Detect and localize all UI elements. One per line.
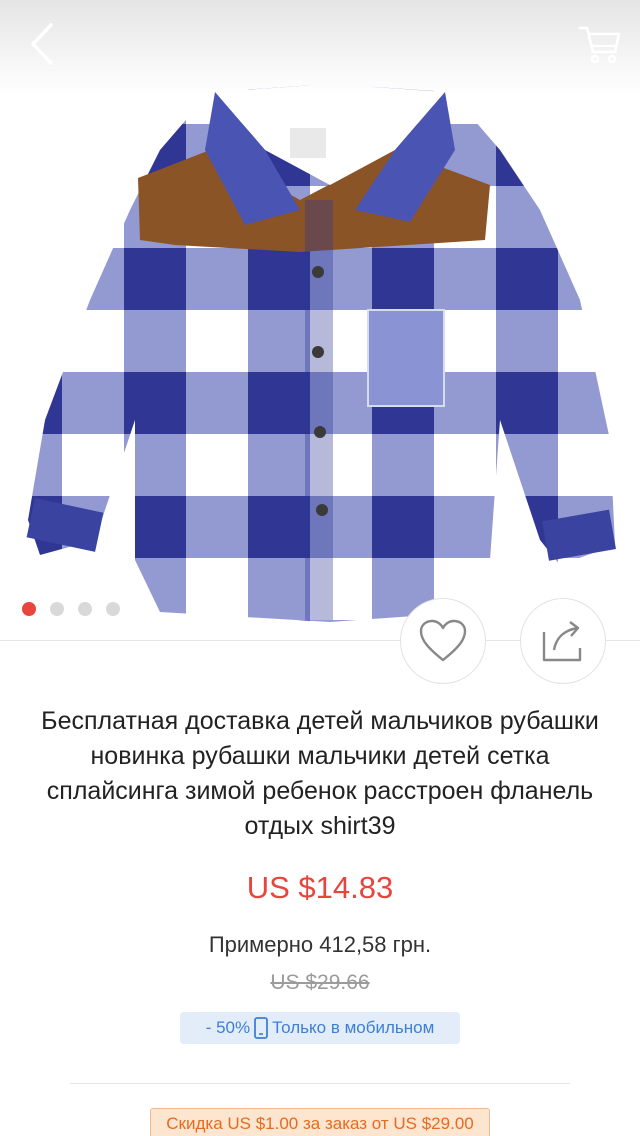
pagination-dot[interactable] — [78, 602, 92, 616]
mobile-only-label: Только в мобильном — [272, 1018, 435, 1037]
pagination-dot[interactable] — [22, 602, 36, 616]
product-detail-page: Бесплатная доставка детей мальчиков руба… — [0, 0, 640, 1136]
mobile-only-discount-badge: - 50% Только в мобильном — [180, 1012, 460, 1044]
gallery-pagination — [22, 602, 120, 616]
divider — [70, 1083, 570, 1084]
original-price: US $29.66 — [270, 971, 370, 994]
header-gradient — [0, 0, 640, 95]
smartphone-icon — [254, 1017, 269, 1039]
shopping-cart-icon — [578, 26, 621, 64]
product-image — [26, 84, 616, 622]
discount-percent: - 50% — [205, 1018, 251, 1037]
approx-local-price: Примерно 412,58 грн. — [208, 932, 432, 957]
back-button[interactable] — [18, 18, 66, 70]
cart-button[interactable] — [574, 18, 626, 70]
product-price: US $14.83 — [246, 870, 394, 905]
coupon-badge[interactable]: Скидка US $1.00 за заказ от US $29.00 — [150, 1108, 490, 1136]
pagination-dot[interactable] — [50, 602, 64, 616]
product-title: Бесплатная доставка детей мальчиков руба… — [41, 707, 599, 840]
pagination-dot[interactable] — [106, 602, 120, 616]
share-icon — [542, 621, 582, 662]
wishlist-button[interactable] — [400, 598, 486, 684]
chevron-left-icon — [31, 23, 53, 65]
product-image-gallery[interactable] — [0, 0, 640, 640]
heart-outline-icon — [419, 619, 467, 662]
share-button[interactable] — [520, 598, 606, 684]
